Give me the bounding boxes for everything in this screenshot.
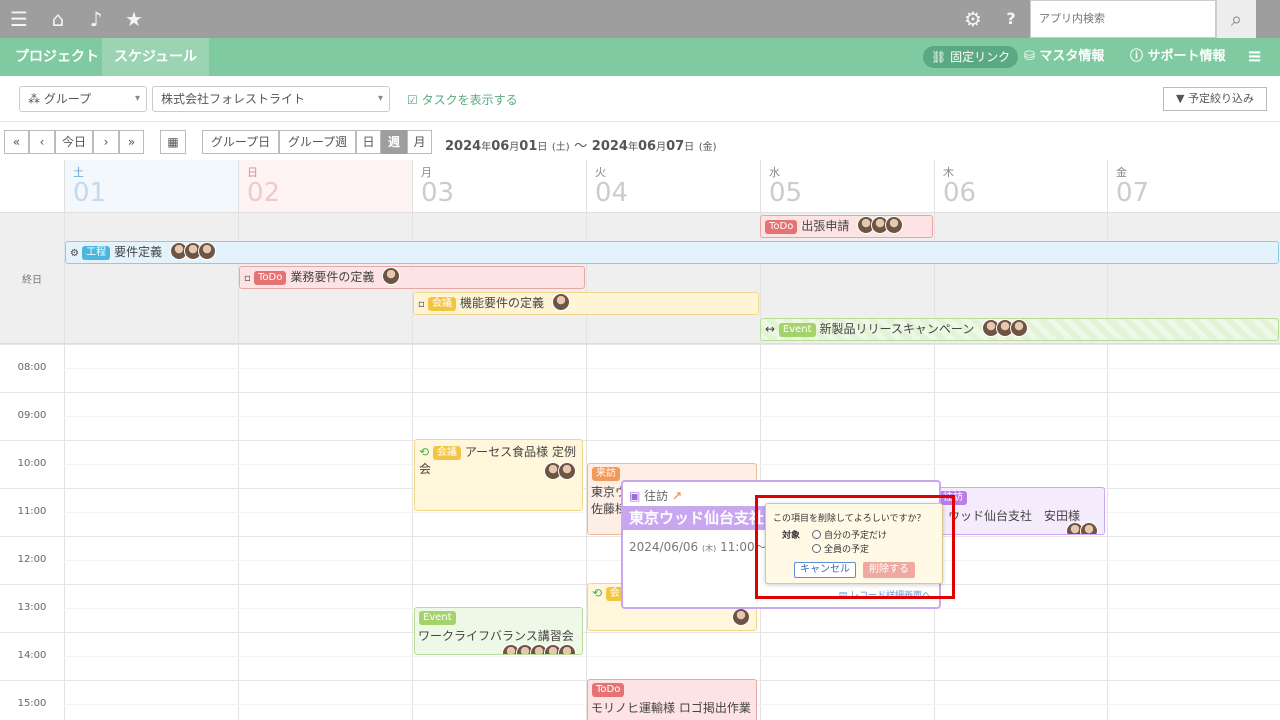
show-tasks-toggle[interactable]: ☑ タスクを表示する [407,91,518,108]
top-bar: ☰ ⌂ ♪ ★ ⚙ ? ⌕ [0,0,1280,38]
day-header-tue[interactable]: 火 04 [586,160,760,213]
day-header-sun[interactable]: 日 02 [238,160,412,213]
avatar [558,462,576,480]
info-icon: ⓘ [1130,49,1148,64]
calendar-icon: ▣ [629,489,645,503]
bell-icon[interactable]: ♪ [83,6,109,32]
narrow-schedule-button[interactable]: ▼ 予定絞り込み [1163,87,1267,111]
search-input[interactable] [1030,0,1216,38]
avatar [558,644,576,654]
range-icon: ↔ [765,322,779,336]
repeat-icon: ⟲ [592,586,606,600]
today-button[interactable]: 今日 [55,130,93,154]
avatar [1010,319,1029,337]
allday-event-trip[interactable]: ToDo 出張申請 [760,215,933,238]
prev-week-button[interactable]: « [4,130,29,154]
view-day[interactable]: 日 [356,130,381,154]
hour-label: 11:00 [17,506,47,517]
avatar [198,242,217,260]
avatar [551,293,570,311]
calendar-icon: ▦ [167,135,179,149]
corner-cell [0,160,64,213]
link-icon: ⛓ [931,50,951,64]
date-range: 2024年06月01日 (土) 〜 2024年06月07日 (金) [445,139,717,154]
hour-label: 08:00 [17,362,47,373]
avatar [885,216,904,234]
menu-icon[interactable]: ≡ [1247,38,1262,76]
allday-label: 終日 [22,275,42,286]
next-day-button[interactable]: › [93,130,119,154]
prev-day-button[interactable]: ‹ [29,130,55,154]
open-external-icon[interactable]: ↗ [672,489,682,503]
event-wood-sendai[interactable]: 往訪 ウッド仙台支社 安田様 [935,487,1105,535]
day-header-fri[interactable]: 金 07 [1107,160,1280,213]
day-header-thu[interactable]: 木 06 [934,160,1107,213]
group-select[interactable]: ⁂ グループ ▾ [19,86,147,112]
week-calendar: 土 01 日 02 月 03 火 04 水 05 木 06 金 07 終日 ToDo 出張申請 … [0,160,1280,720]
support-info-button[interactable]: ⓘ サポート情報 [1130,38,1226,76]
allday-event-campaign[interactable]: ↔ Event 新製品リリースキャンペーン [760,318,1279,341]
hour-label: 12:00 [17,554,47,565]
hour-label: 15:00 [17,698,47,709]
next-week-button[interactable]: » [119,130,144,154]
event-wlb-seminar[interactable]: Event ワークライフバランス講習会 [414,607,583,655]
event-todo-logo[interactable]: ToDo モリノヒ運輸様 ロゴ掲出作業 [587,679,757,720]
task-icon: ▫ [244,273,254,284]
calendar-picker-button[interactable]: ▦ [160,130,186,154]
event-asesu-meeting[interactable]: ⟲ 会議 アーセス食品様 定例会 [414,439,583,511]
help-icon[interactable]: ? [998,6,1024,32]
master-info-button[interactable]: ⛁ マスタ情報 [1024,38,1104,76]
filter-bar: ⁂ グループ ▾ 株式会社フォレストライト ▾ ☑ タスクを表示する ▼ 予定絞り込… [0,76,1280,122]
chevron-down-icon: ▾ [134,93,140,104]
allday-event-requirements[interactable]: ⚙ 工程 要件定義 [65,241,1279,264]
process-icon: ⚙ [70,248,83,259]
view-week[interactable]: 週 [381,130,407,154]
day-header-sat[interactable]: 土 01 [64,160,238,213]
allday-row: 終日 ToDo 出張申請 ⚙ 工程 要件定義 ▫ ToDo 業務要件の定義 ▫ 会議機… [0,213,1280,344]
nav-bar: プロジェクト スケジュール ⛓ 固定リンク ⛁ マスタ情報 ⓘ サポート情報 ≡ [0,38,1280,76]
repeat-icon: ⟲ [419,445,433,459]
day-header-wed[interactable]: 水 05 [760,160,934,213]
view-month[interactable]: 月 [407,130,432,154]
day-header-mon[interactable]: 月 03 [412,160,586,213]
filter-icon: ▼ [1176,92,1188,105]
tab-schedule[interactable]: スケジュール [102,38,210,76]
database-icon: ⛁ [1024,49,1040,64]
gear-icon[interactable]: ⚙ [960,6,986,32]
date-bar: « ‹ 今日 › » ▦ グループ日 グループ週 日 週 月 2024年06月0… [0,122,1280,160]
task-icon: ▫ [418,299,428,310]
hamburger-icon[interactable]: ☰ [6,6,32,32]
company-select[interactable]: 株式会社フォレストライト ▾ [152,86,390,112]
hour-label: 10:00 [17,458,47,469]
chevron-down-icon: ▾ [377,93,383,104]
star-icon[interactable]: ★ [121,6,147,32]
highlight-box [755,495,955,599]
hour-label: 09:00 [17,410,47,421]
hour-label: 14:00 [17,650,47,661]
view-group-week[interactable]: グループ週 [279,130,356,154]
group-icon: ⁂ [28,92,44,106]
avatar [382,267,401,285]
avatar [732,608,750,626]
search-icon[interactable]: ⌕ [1216,0,1256,38]
allday-event-func-req[interactable]: ▫ 会議 機能要件の定義 [413,292,759,315]
hour-label: 13:00 [17,602,47,613]
allday-event-business-req[interactable]: ▫ ToDo 業務要件の定義 [239,266,585,289]
tab-project[interactable]: プロジェクト [3,38,111,76]
view-group-day[interactable]: グループ日 [202,130,279,154]
home-icon[interactable]: ⌂ [45,6,71,32]
checkbox-icon: ☑ [407,93,422,107]
avatar [1080,522,1098,534]
fixed-link-button[interactable]: ⛓ 固定リンク [923,46,1019,68]
